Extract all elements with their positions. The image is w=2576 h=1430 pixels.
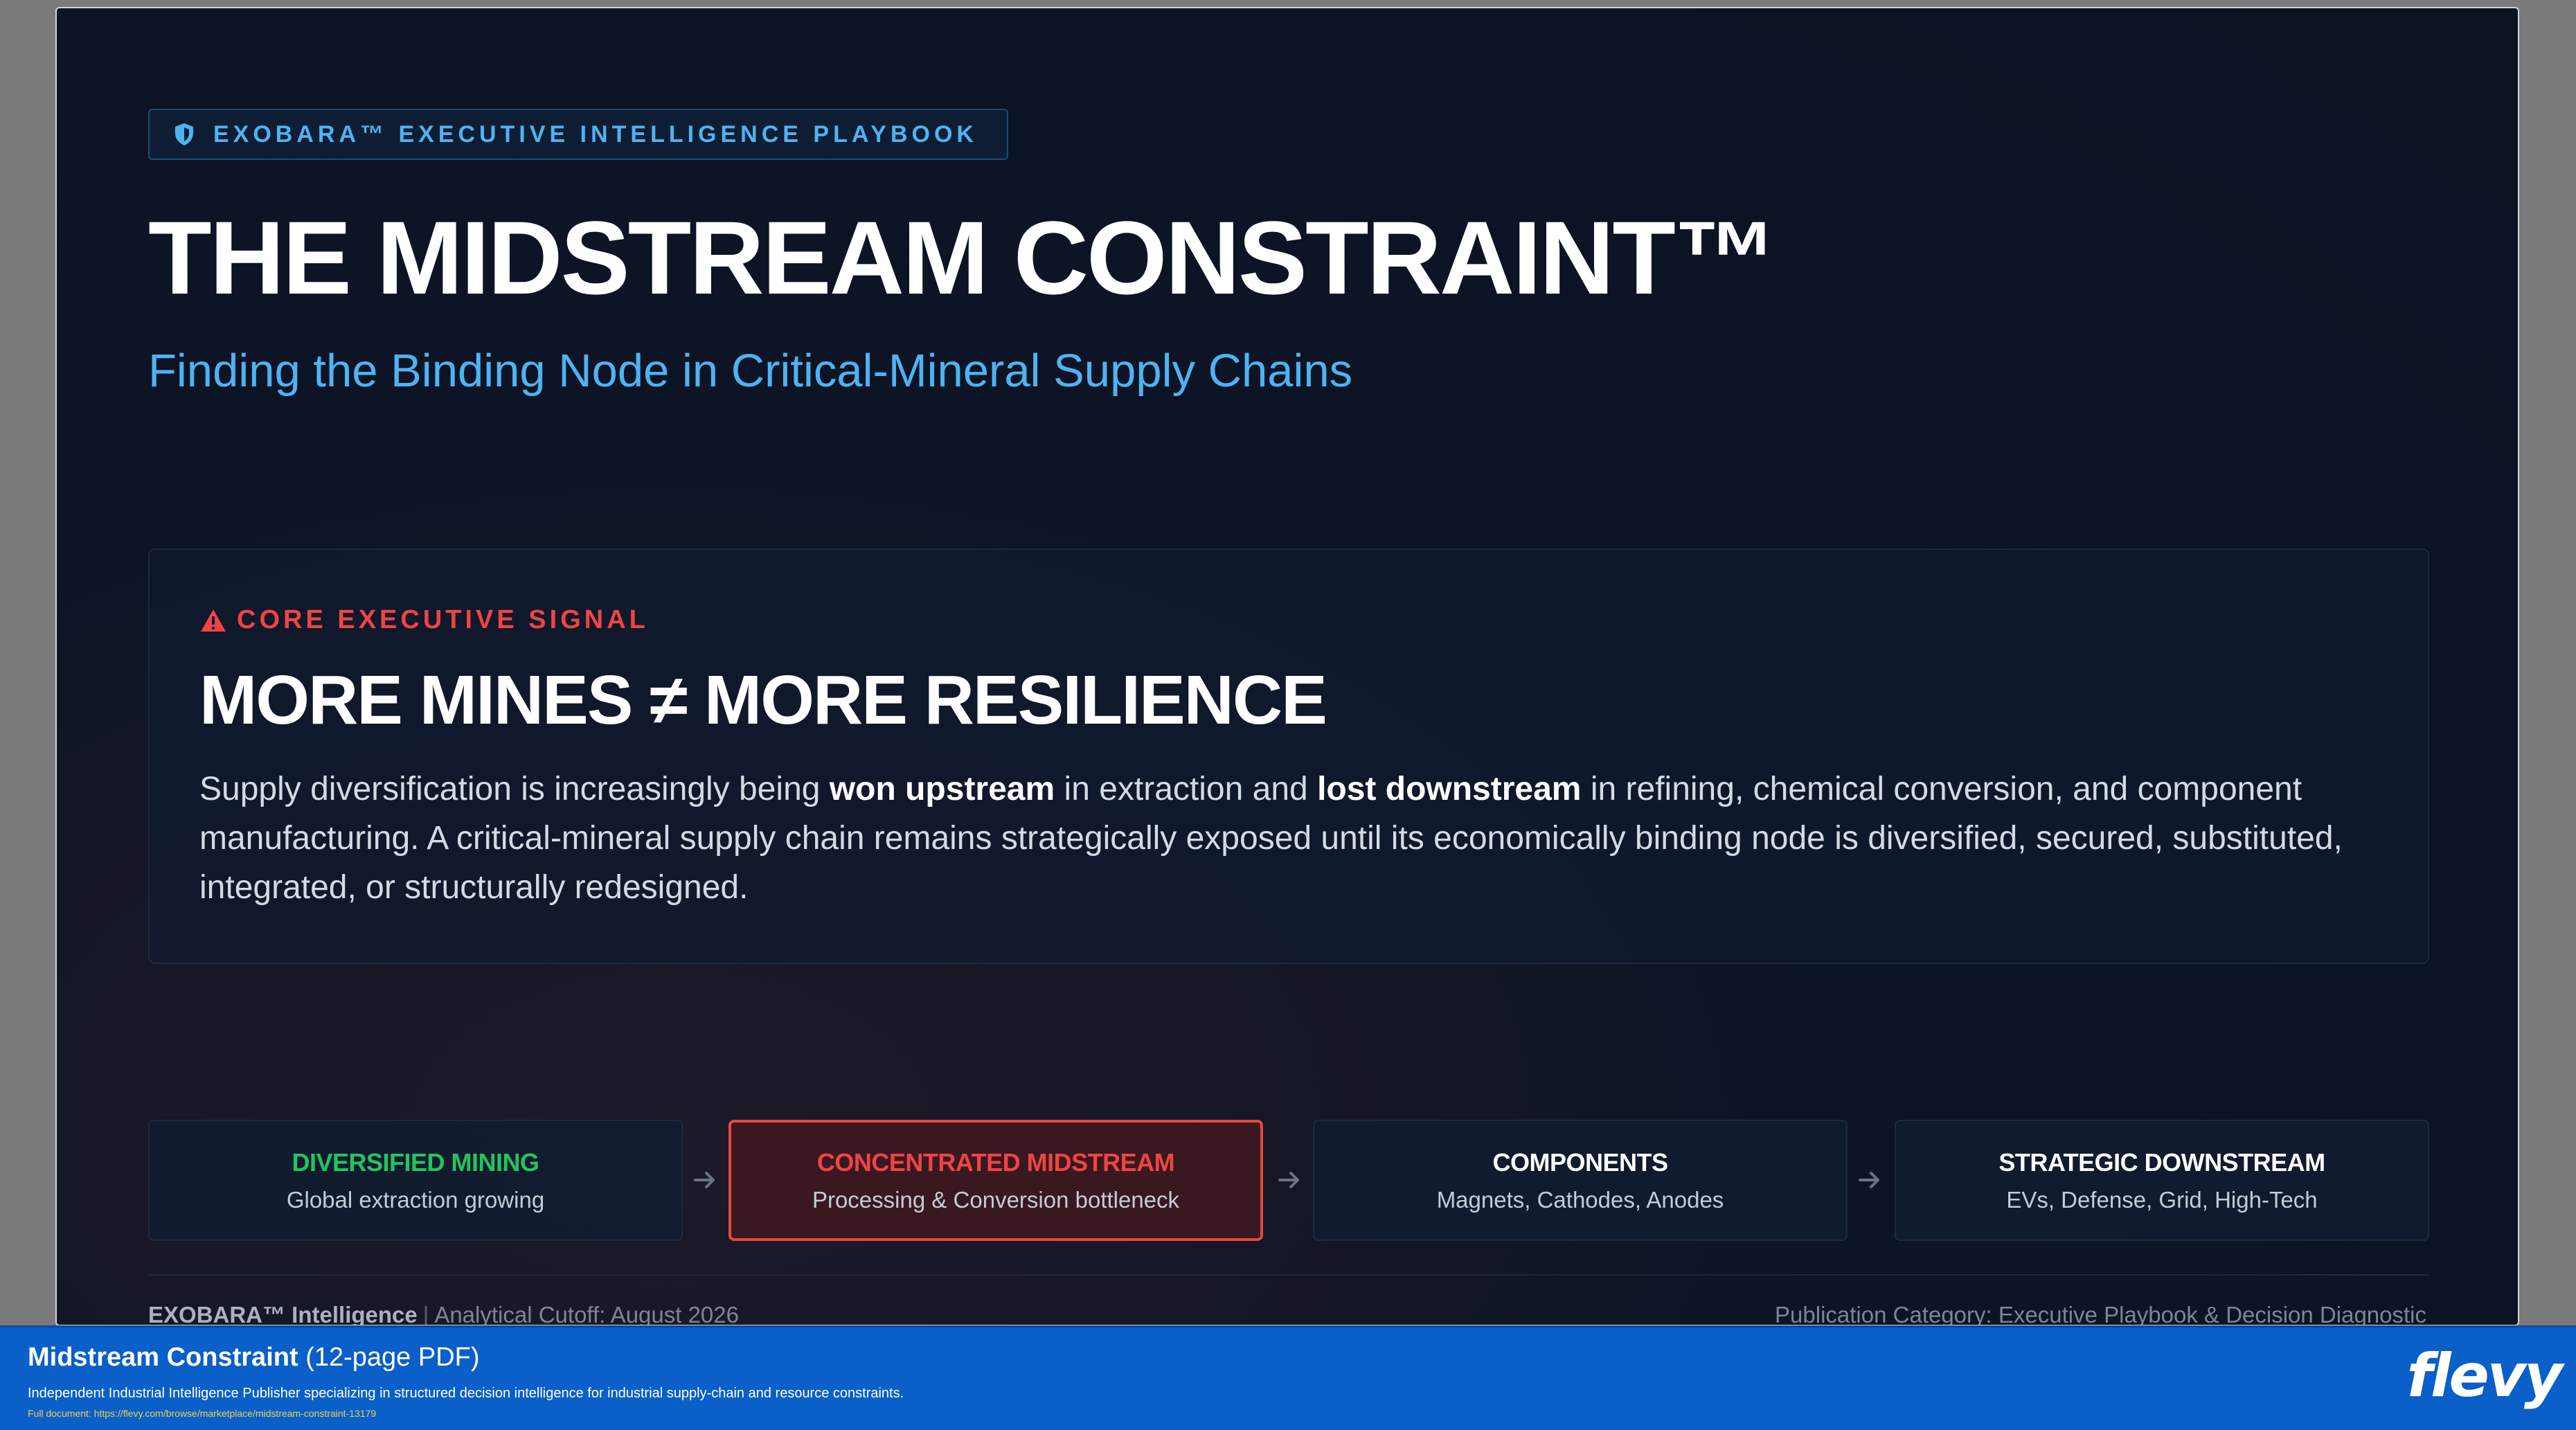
warning-triangle-icon [199,608,227,633]
footer-brand: EXOBARA™ Intelligence [148,1302,418,1326]
signal-label: CORE EXECUTIVE SIGNAL [199,605,649,635]
footer-cutoff: Analytical Cutoff: August 2026 [434,1302,739,1326]
page-title: THE MIDSTREAM CONSTRAINT™ [148,199,1778,316]
playbook-tag: EXOBARA™ EXECUTIVE INTELLIGENCE PLAYBOOK [148,109,1008,160]
banner-title: Midstream Constraint (12-page PDF) [28,1343,480,1373]
arrow-right-icon [1276,1166,1303,1194]
slide: EXOBARA™ EXECUTIVE INTELLIGENCE PLAYBOOK… [55,7,2519,1326]
flow-step-subtitle: Global extraction growing [286,1186,545,1213]
flow-step-title: DIVERSIFIED MINING [292,1147,539,1177]
flow-step-midstream: CONCENTRATED MIDSTREAM Processing & Conv… [728,1120,1263,1241]
signal-body-text: Supply diversification is increasingly b… [199,771,830,807]
flow-step-title: CONCENTRATED MIDSTREAM [816,1147,1175,1177]
arrow-right-icon [691,1166,719,1194]
flow-step-subtitle: EVs, Defense, Grid, High-Tech [2006,1186,2318,1213]
footer-separator: | [422,1302,429,1326]
banner-document-name: Midstream Constraint [28,1343,298,1372]
flevy-logo[interactable]: flevy [2407,1341,2563,1411]
footer-divider [148,1274,2429,1276]
signal-body: Supply diversification is increasingly b… [199,765,2374,912]
footer-left: EXOBARA™ Intelligence | Analytical Cutoff:… [148,1302,739,1326]
flow-step-mining: DIVERSIFIED MINING Global extraction gro… [148,1120,683,1241]
playbook-tag-label: EXOBARA™ EXECUTIVE INTELLIGENCE PLAYBOOK [213,120,978,148]
page-subtitle: Finding the Binding Node in Critical-Min… [148,345,1353,397]
flow-step-subtitle: Processing & Conversion bottleneck [812,1186,1180,1213]
document-banner: Midstream Constraint (12-page PDF) Indep… [0,1325,2576,1430]
flow-step-components: COMPONENTS Magnets, Cathodes, Anodes [1313,1120,1848,1241]
flow-step-title: COMPONENTS [1492,1147,1668,1177]
banner-document-link[interactable]: Full document: https://flevy.com/browse/… [28,1408,376,1419]
banner-page-count: (12-page PDF) [305,1343,480,1372]
flow-step-subtitle: Magnets, Cathodes, Anodes [1436,1186,1724,1213]
footer-category: Publication Category: Executive Playbook… [1775,1302,2426,1326]
core-signal-card: CORE EXECUTIVE SIGNAL MORE MINES ≠ MORE … [148,548,2429,964]
signal-body-emphasis: won upstream [829,771,1055,807]
flow-step-title: STRATEGIC DOWNSTREAM [1998,1147,2325,1177]
shield-icon [175,123,194,146]
signal-heading: MORE MINES ≠ MORE RESILIENCE [199,661,1327,739]
flow-step-downstream: STRATEGIC DOWNSTREAM EVs, Defense, Grid,… [1895,1120,2429,1241]
signal-label-text: CORE EXECUTIVE SIGNAL [237,605,649,634]
arrow-right-icon [1856,1166,1884,1194]
signal-body-emphasis: lost downstream [1317,771,1582,807]
signal-body-text: in extraction and [1055,771,1318,807]
banner-description: Independent Industrial Intelligence Publ… [28,1386,904,1401]
